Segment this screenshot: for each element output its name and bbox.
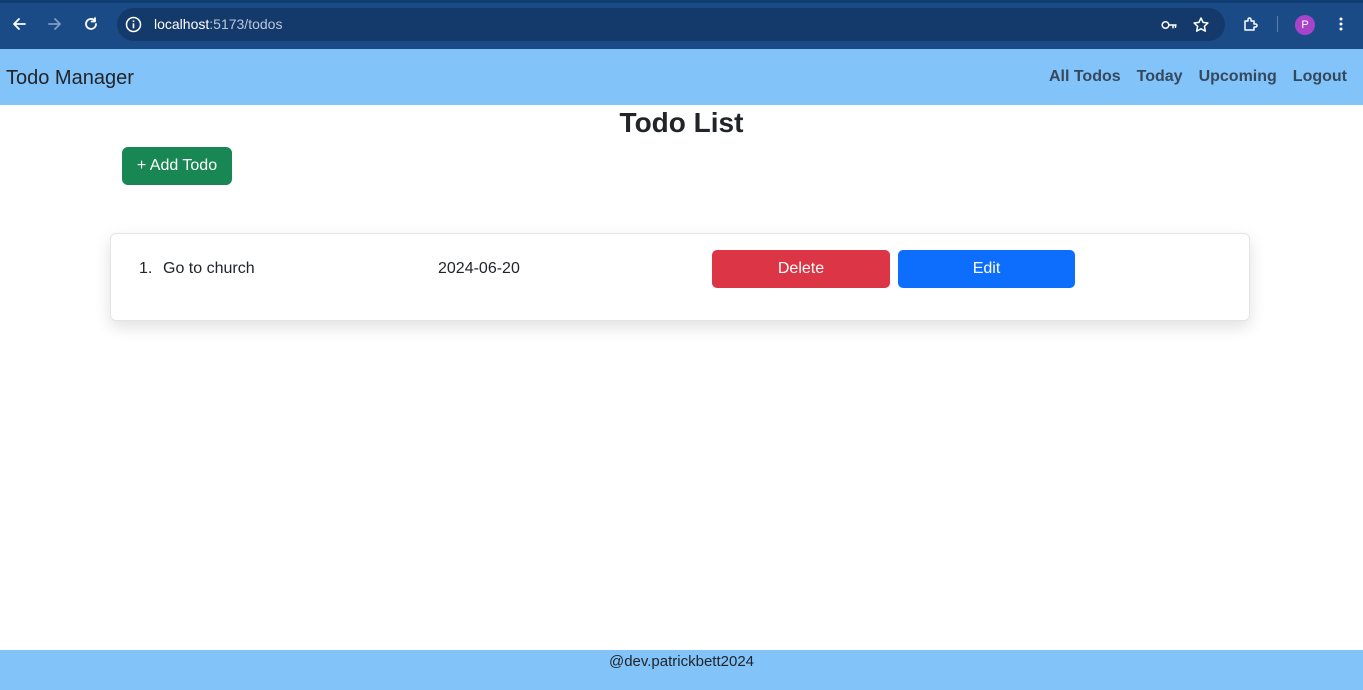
nav-links: All Todos Today Upcoming Logout bbox=[1049, 67, 1347, 87]
profile-avatar[interactable]: P bbox=[1295, 15, 1315, 35]
app-navbar: Todo Manager All Todos Today Upcoming Lo… bbox=[0, 49, 1363, 105]
forward-arrow-icon[interactable] bbox=[43, 12, 67, 36]
nav-link-today[interactable]: Today bbox=[1137, 67, 1183, 87]
todo-list-card: 1. Go to church 2024-06-20 Delete Edit bbox=[110, 233, 1250, 321]
url-host: localhost bbox=[154, 16, 210, 32]
page-title: Todo List bbox=[619, 107, 744, 138]
browser-toolbar: localhost:5173/todos P bbox=[0, 0, 1363, 49]
address-bar[interactable]: localhost:5173/todos bbox=[117, 8, 1225, 41]
back-arrow-icon[interactable] bbox=[7, 12, 31, 36]
nav-link-logout[interactable]: Logout bbox=[1293, 67, 1347, 87]
toolbar-separator bbox=[1277, 16, 1278, 32]
todo-item: 1. Go to church 2024-06-20 Delete Edit bbox=[111, 234, 1249, 320]
delete-button[interactable]: Delete bbox=[712, 250, 890, 288]
url-text[interactable]: localhost:5173/todos bbox=[154, 16, 282, 33]
extensions-puzzle-icon[interactable] bbox=[1239, 12, 1263, 36]
bookmark-star-icon[interactable] bbox=[1192, 16, 1210, 34]
todo-date: 2024-06-20 bbox=[438, 260, 520, 277]
app-brand[interactable]: Todo Manager bbox=[6, 66, 134, 90]
footer-credit: @dev.patrickbett2024 bbox=[608, 653, 755, 670]
edit-button[interactable]: Edit bbox=[898, 250, 1075, 288]
tab-strip-edge bbox=[0, 0, 1363, 3]
todo-number: 1. bbox=[139, 260, 153, 277]
add-todo-button[interactable]: + Add Todo bbox=[122, 147, 232, 185]
url-path: :5173/todos bbox=[209, 16, 283, 32]
site-info-icon[interactable] bbox=[125, 16, 142, 33]
more-vert-icon[interactable] bbox=[1329, 12, 1353, 36]
password-key-icon[interactable] bbox=[1160, 16, 1178, 34]
nav-link-all-todos[interactable]: All Todos bbox=[1049, 67, 1121, 87]
todo-text: Go to church bbox=[163, 260, 255, 277]
reload-icon[interactable] bbox=[79, 12, 103, 36]
nav-link-upcoming[interactable]: Upcoming bbox=[1199, 67, 1277, 87]
footer: @dev.patrickbett2024 bbox=[0, 650, 1363, 690]
